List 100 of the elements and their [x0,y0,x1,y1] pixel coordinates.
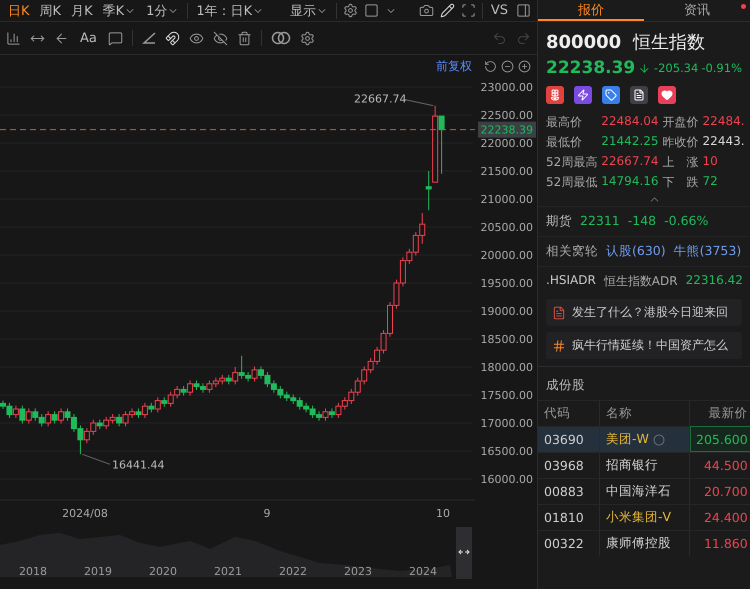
futures-price: 22311 [580,213,620,230]
stat-label: 上 涨 [662,154,699,171]
current-price-tag: 22238.39 [478,122,536,138]
candlestick [226,374,232,385]
eye-icon[interactable] [188,30,204,46]
range-handle[interactable] [456,527,472,579]
candlestick [135,408,142,418]
table-cell: 01810 [538,504,600,530]
price-axis-label: 17500.00 [480,389,533,402]
trash-icon[interactable] [236,30,252,46]
reset-icon[interactable] [484,60,497,73]
adr-name: 恒生指数ADR [604,273,678,290]
futures-label: 期货 [546,213,572,230]
range-dropdown[interactable]: 1年：日K [194,2,266,20]
price-cell: 20.700 [690,478,750,504]
period-tab[interactable]: 月K [69,2,95,20]
price-axis-label: 22000.00 [480,137,533,150]
stat-value: 22484. [702,114,745,130]
low-price-label: 16441.44 [112,458,164,472]
price-axis-label: 21000.00 [480,193,533,206]
high-price-label: 22667.74 [354,92,406,106]
table-cell: 00322 [538,530,600,556]
price-axis-label: 17000.00 [480,417,533,430]
price-axis-label: 16500.00 [480,445,533,458]
price-axis-label: 20000.00 [480,249,533,262]
price-axis-label: 20500.00 [480,221,533,234]
candlestick [52,410,58,424]
flower-icon[interactable] [546,86,564,104]
candlestick [19,405,26,424]
candlestick [426,170,432,211]
price-cell: 11.860 [690,530,750,556]
compare-button[interactable]: VS [488,3,510,18]
settings-icon[interactable] [343,3,358,18]
magnet-icon[interactable] [164,30,180,46]
price-axis-label: 18000.00 [480,361,533,374]
adr-price: 22316.42 [686,273,743,289]
display-dropdown[interactable]: 显示 [288,2,330,20]
candlestick [180,386,187,396]
tag-icon[interactable] [602,86,620,104]
panel-tab[interactable]: 资讯 [644,0,750,21]
stock-name-cell: 招商银行 [600,452,690,478]
settings-icon[interactable] [300,30,315,46]
hide-icon[interactable] [212,30,228,46]
zoom-in-icon[interactable] [518,60,531,73]
year-label: 2022 [279,565,307,578]
stock-name-cell: 中国海洋石 [600,478,690,504]
watch-icon[interactable] [652,434,665,446]
text-tool-button[interactable]: Aa [78,30,99,46]
panel-icon[interactable] [516,3,532,18]
ref-line-label: 22238.39 [480,124,533,137]
price-cell: 24.400 [690,504,750,530]
candlestick [12,405,19,418]
document-icon[interactable] [630,86,648,104]
zoom-out-icon[interactable] [501,60,514,73]
fullscreen-icon[interactable] [460,3,476,18]
stat-value: 22443. [702,134,745,150]
news-headline[interactable]: 疯牛行情延续！中国资产怎么 [572,337,728,354]
period-tab[interactable]: 日K [6,2,32,20]
stat-value: 14794.16 [601,174,659,190]
price-axis-label: 21500.00 [480,165,533,178]
period-tab[interactable]: 1分 [144,2,182,20]
news-headline[interactable]: 发生了什么？港股今日迎来回 [572,304,728,321]
price-change: -205.34 [654,61,698,75]
stat-label: 52周最低 [546,174,598,191]
stat-label: 下 跌 [662,174,699,191]
stock-name: 恒生指数 [633,31,706,54]
adjust-button[interactable]: 前复权 [436,58,480,75]
warrant-link[interactable]: 牛熊(3753) [674,243,742,260]
period-tab[interactable]: 周K [38,2,64,20]
warrants-label: 相关窝轮 [546,243,598,260]
stock-name-cell: 小米集团-V [600,504,690,530]
square-icon[interactable] [364,3,380,18]
stat-label: 昨收价 [662,134,699,151]
period-tab[interactable]: 季K [100,2,138,20]
leader-line [404,99,434,106]
overlap-circles-icon[interactable] [270,31,291,45]
stat-label: 最低价 [546,134,583,151]
comment-icon[interactable] [108,30,123,46]
warrant-link[interactable]: 认股(630) [606,243,666,260]
panel-tab[interactable]: 报价 [538,0,644,21]
year-label: 2024 [409,565,437,578]
pencil-icon[interactable] [440,3,455,18]
year-label: 2021 [214,565,242,578]
table-cell: 03968 [538,452,600,478]
camera-icon[interactable] [418,3,434,18]
price-axis-label: 18500.00 [480,333,533,346]
adr-code: .HSIADR [546,273,596,289]
price-change-percent: -0.91% [701,61,742,75]
lightning-icon[interactable] [574,86,592,104]
stock-name-cell: 美团-W [600,426,690,452]
price-axis-label: 16000.00 [480,473,533,486]
news-card[interactable]: 疯牛行情延续！中国资产怎么 [546,332,742,359]
candlestick [161,396,168,408]
candlestick [438,116,445,174]
angle-icon[interactable] [142,31,156,45]
stat-value: 21442.25 [601,134,659,150]
chart-tool-icon[interactable] [6,30,21,46]
stock-code: 800000 [546,32,622,52]
news-card[interactable]: 发生了什么？港股今日迎来回 [546,299,742,326]
table-cell: 03690 [538,426,600,452]
